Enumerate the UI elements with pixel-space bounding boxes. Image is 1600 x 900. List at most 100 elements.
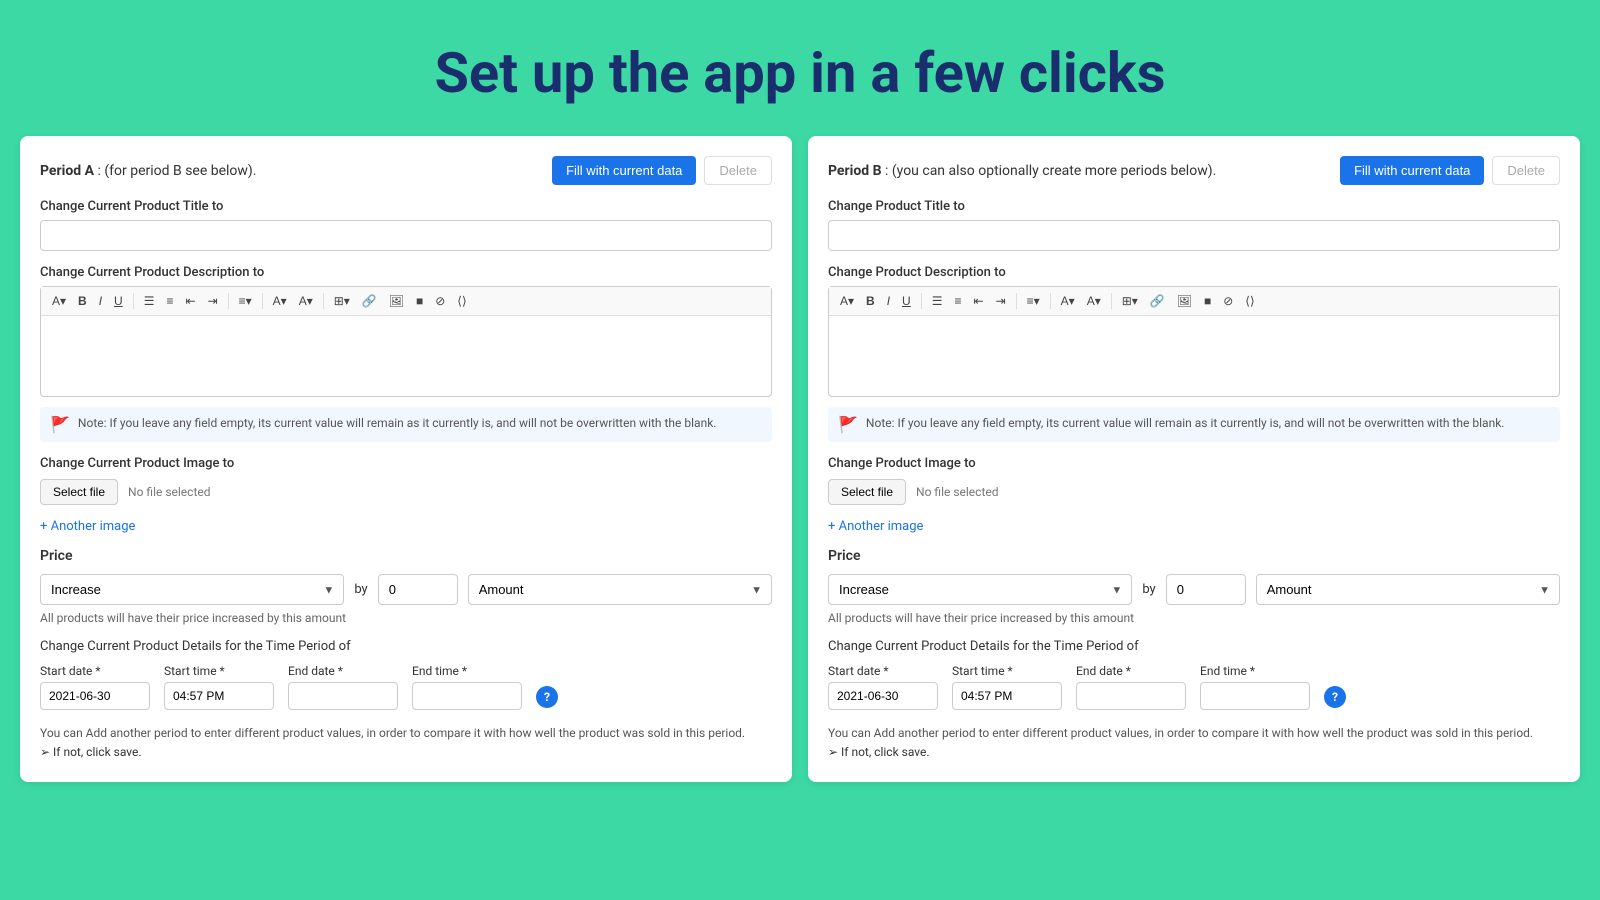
toolbar-a-code[interactable]: ⟨⟩ (452, 291, 471, 311)
panel-a-price-row: Increase ▼ by Amount ▼ (40, 574, 772, 605)
toolbar-a-hr[interactable]: ⊘ (430, 291, 450, 311)
panel-b-delete-button[interactable]: Delete (1492, 156, 1560, 185)
toolbar-a-align[interactable]: ≡▾ (234, 291, 257, 311)
toolbar-a-indent-in[interactable]: ⇥ (203, 291, 223, 311)
panel-a-start-date-input[interactable] (40, 682, 150, 710)
panel-b-add-image-link[interactable]: + Another image (828, 519, 923, 534)
toolbar-a-link[interactable]: 🔗 (357, 291, 382, 311)
toolbar-b-indent-out[interactable]: ⇤ (969, 291, 989, 311)
panels-container: Period A : (for period B see below). Fil… (0, 136, 1600, 802)
panel-b-start-date-label: Start date * (828, 664, 938, 678)
panel-b-period-sub: : (you can also optionally create more p… (885, 163, 1216, 179)
toolbar-a-divider3 (262, 293, 263, 309)
panel-b-start-time-input[interactable] (952, 682, 1062, 710)
panel-a-file-name: No file selected (128, 485, 210, 499)
panel-b-end-date-field: End date * (1076, 664, 1186, 710)
toolbar-a-italic[interactable]: I (94, 291, 107, 311)
toolbar-a-ol[interactable]: ≡ (161, 291, 178, 311)
panel-a-help-icon[interactable]: ? (536, 686, 558, 708)
toolbar-a-image[interactable]: 🖼 (384, 291, 409, 311)
panel-b-price-row: Increase ▼ by Amount ▼ (828, 574, 1560, 605)
panel-b-title-input[interactable] (828, 220, 1560, 251)
panel-a-footer-note: You can Add another period to enter diff… (40, 724, 772, 762)
panel-a-header: Period A : (for period B see below). Fil… (40, 156, 772, 185)
panel-a-fill-button[interactable]: Fill with current data (552, 156, 696, 185)
panel-a-end-date-input[interactable] (288, 682, 398, 710)
toolbar-b-bold[interactable]: B (861, 291, 880, 311)
toolbar-a-indent-out[interactable]: ⇤ (181, 291, 201, 311)
toolbar-a-divider2 (228, 293, 229, 309)
panel-a-end-time-input[interactable] (412, 682, 522, 710)
panel-a-amount-input[interactable] (378, 574, 458, 605)
panel-a-date-row: Start date * Start time * End date * End… (40, 664, 772, 710)
toolbar-a-video[interactable]: ■ (411, 291, 428, 311)
panel-a-period-details-label: Change Current Product Details for the T… (40, 639, 772, 654)
panel-a-end-time-label: End time * (412, 664, 522, 678)
panel-b-note: 🚩 Note: If you leave any field empty, it… (828, 407, 1560, 442)
panel-a-increase-select[interactable]: Increase (40, 574, 344, 605)
toolbar-b-underline[interactable]: U (897, 291, 916, 311)
toolbar-b-link[interactable]: 🔗 (1145, 291, 1170, 311)
panel-a-note: 🚩 Note: If you leave any field empty, it… (40, 407, 772, 442)
panel-b-price-label: Price (828, 548, 1560, 564)
panel-a-footer-note-text: You can Add another period to enter diff… (40, 726, 745, 740)
toolbar-b-indent-in[interactable]: ⇥ (991, 291, 1011, 311)
toolbar-b-font-color[interactable]: A▾ (1056, 291, 1080, 311)
panel-a-period-label: Period A : (for period B see below). (40, 163, 257, 179)
toolbar-b-hr[interactable]: ⊘ (1218, 291, 1238, 311)
toolbar-a-font-color[interactable]: A▾ (268, 291, 292, 311)
panel-b-end-time-input[interactable] (1200, 682, 1310, 710)
panel-a-note-text: Note: If you leave any field empty, its … (78, 415, 717, 432)
panel-b-start-date-input[interactable] (828, 682, 938, 710)
panel-b-title-label: Change Product Title to (828, 199, 1560, 214)
panel-b-end-date-input[interactable] (1076, 682, 1186, 710)
panel-b-start-time-field: Start time * (952, 664, 1062, 710)
panel-a: Period A : (for period B see below). Fil… (20, 136, 792, 782)
toolbar-b-code[interactable]: ⟨⟩ (1240, 291, 1259, 311)
panel-b-date-row: Start date * Start time * End date * End… (828, 664, 1560, 710)
toolbar-b-image[interactable]: 🖼 (1172, 291, 1197, 311)
panel-b-help-icon[interactable]: ? (1324, 686, 1346, 708)
panel-b-increase-wrapper: Increase ▼ (828, 574, 1132, 605)
panel-b-amount-select[interactable]: Amount (1256, 574, 1560, 605)
toolbar-b-table[interactable]: ⊞▾ (1117, 291, 1143, 311)
toolbar-a-bold[interactable]: B (73, 291, 92, 311)
panel-b-note-text: Note: If you leave any field empty, its … (866, 415, 1505, 432)
toolbar-a-divider4 (323, 293, 324, 309)
panel-a-add-image-link[interactable]: + Another image (40, 519, 135, 534)
panel-a-image-label: Change Current Product Image to (40, 456, 772, 471)
toolbar-b-video[interactable]: ■ (1199, 291, 1216, 311)
panel-a-select-file-button[interactable]: Select file (40, 479, 118, 505)
panel-a-start-time-input[interactable] (164, 682, 274, 710)
panel-b-editor-body[interactable] (829, 316, 1559, 396)
panel-b-footer-sub: ➢ If not, click save. (828, 745, 930, 759)
panel-a-amount-select[interactable]: Amount (468, 574, 772, 605)
panel-a-editor-body[interactable] (41, 316, 771, 396)
toolbar-b-ul[interactable]: ☰ (927, 291, 948, 311)
panel-a-delete-button[interactable]: Delete (704, 156, 772, 185)
toolbar-b-font[interactable]: A▾ (835, 291, 859, 311)
toolbar-b-ol[interactable]: ≡ (949, 291, 966, 311)
panel-a-start-date-field: Start date * (40, 664, 150, 710)
toolbar-a-underline[interactable]: U (109, 291, 128, 311)
panel-b-amount-input[interactable] (1166, 574, 1246, 605)
toolbar-a-bg-color[interactable]: A▾ (294, 291, 318, 311)
panel-b-increase-select[interactable]: Increase (828, 574, 1132, 605)
toolbar-b-bg-color[interactable]: A▾ (1082, 291, 1106, 311)
toolbar-a-ul[interactable]: ☰ (139, 291, 160, 311)
panel-b-footer-note-text: You can Add another period to enter diff… (828, 726, 1533, 740)
panel-a-title-input[interactable] (40, 220, 772, 251)
panel-b-select-file-button[interactable]: Select file (828, 479, 906, 505)
toolbar-a-font[interactable]: A▾ (47, 291, 71, 311)
panel-a-period-sub: : (for period B see below). (97, 163, 256, 179)
panel-b-fill-button[interactable]: Fill with current data (1340, 156, 1484, 185)
panel-b-header-buttons: Fill with current data Delete (1340, 156, 1560, 185)
panel-b-price-note: All products will have their price incre… (828, 611, 1560, 625)
panel-a-start-time-label: Start time * (164, 664, 274, 678)
toolbar-b-align[interactable]: ≡▾ (1022, 291, 1045, 311)
panel-a-desc-label: Change Current Product Description to (40, 265, 772, 280)
panel-a-toolbar: A▾ B I U ☰ ≡ ⇤ ⇥ ≡▾ A▾ A▾ ⊞▾ 🔗 🖼 ■ ⊘ (41, 287, 771, 316)
panel-a-period-bold: Period A (40, 163, 94, 179)
toolbar-a-table[interactable]: ⊞▾ (329, 291, 355, 311)
toolbar-b-italic[interactable]: I (882, 291, 895, 311)
